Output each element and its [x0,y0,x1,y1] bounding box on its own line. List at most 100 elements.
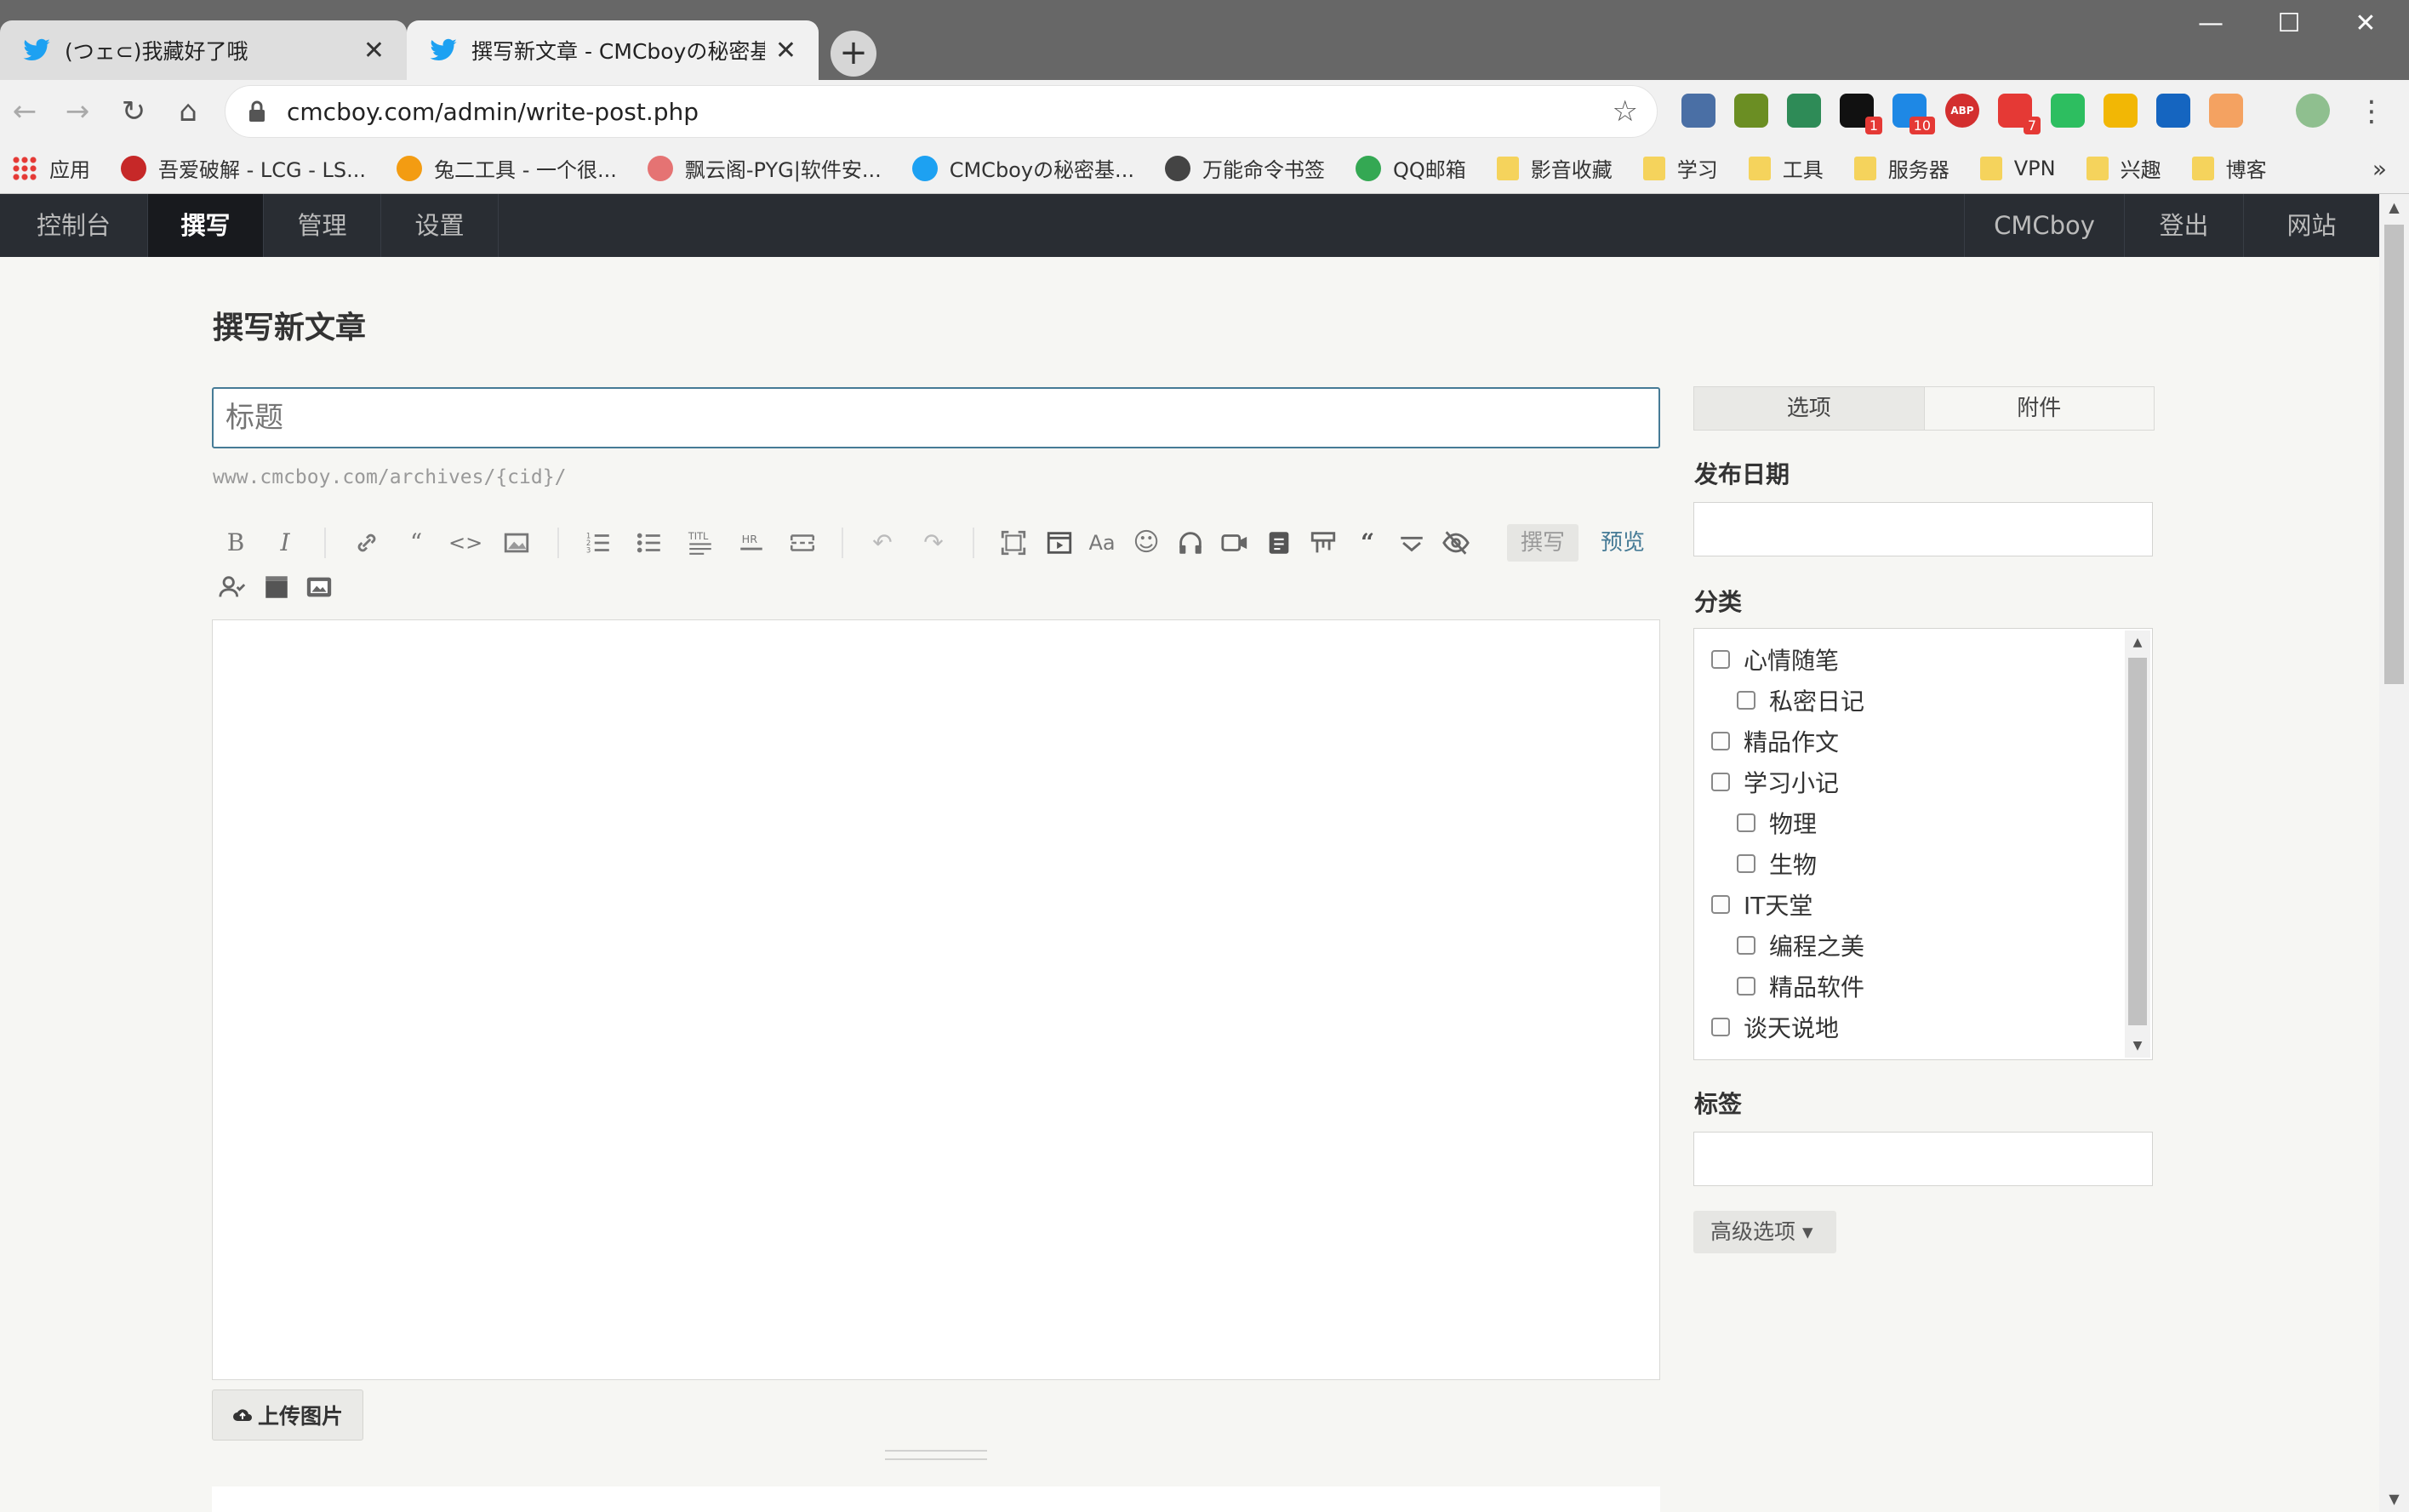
category-checkbox[interactable] [1737,977,1755,996]
gallery-icon[interactable] [302,570,336,604]
bookmarks-overflow-icon[interactable]: » [2372,155,2387,183]
nav-logout[interactable]: 登出 [2124,194,2243,257]
publish-date-input[interactable] [1693,502,2153,556]
bookmark-item[interactable]: 兔二工具 - 一个很... [397,153,617,183]
category-scrollbar[interactable]: ▲ ▼ [2125,630,2150,1058]
advanced-options-button[interactable]: 高级选项 ▾ [1693,1211,1836,1253]
video-camera-icon[interactable] [1218,526,1252,560]
category-checkbox[interactable] [1737,691,1755,710]
ordered-list-icon[interactable]: 123 [581,526,615,560]
bookmark-item[interactable]: 万能命令书签 [1164,153,1325,183]
bookmark-item[interactable]: 兴趣 [2086,153,2161,183]
category-checkbox[interactable] [1711,773,1730,791]
category-item[interactable]: 生物 [1737,847,1817,881]
italic-icon[interactable]: I [268,526,302,560]
undo-icon[interactable]: ↶ [865,526,899,560]
unordered-list-icon[interactable] [632,526,666,560]
editor-resize-handle[interactable] [885,1450,987,1460]
clapperboard-icon[interactable] [260,570,294,604]
write-mode-tab[interactable]: 撰写 [1507,524,1579,562]
bookmark-item[interactable]: QQ邮箱 [1355,153,1466,183]
category-checkbox[interactable] [1711,732,1730,750]
category-item[interactable]: 学习小记 [1711,765,1839,799]
forward-icon[interactable]: → [56,90,99,133]
upload-image-button[interactable]: 上传图片 [212,1389,363,1441]
ext-11-icon[interactable] [2209,94,2243,128]
evernote-icon[interactable] [2051,94,2085,128]
close-tab-icon[interactable]: ✕ [363,36,385,66]
category-checkbox[interactable] [1737,813,1755,832]
headphones-icon[interactable] [1173,526,1207,560]
hide-content-icon[interactable] [1439,526,1473,560]
scroll-down-icon[interactable]: ▼ [2379,1491,2409,1507]
nav-manage[interactable]: 管理 [264,194,381,257]
collapse-icon[interactable] [1395,526,1429,560]
ext-10-icon[interactable] [2156,94,2190,128]
bookmark-item[interactable]: 吾爱破解 - LCG - LS... [121,153,366,183]
post-title-input[interactable] [212,387,1660,448]
profile-avatar[interactable] [2296,94,2330,128]
category-item[interactable]: 心情随笔 [1711,642,1839,676]
emoji-icon[interactable]: ☺ [1129,526,1163,560]
abp-icon[interactable]: ABP [1945,94,1979,128]
browser-tab-1[interactable]: (つェ⊂)我藏好了哦 ✕ [0,20,407,80]
nav-site[interactable]: 网站 [2243,194,2379,257]
reload-icon[interactable]: ↻ [112,90,155,133]
editor-textarea[interactable] [212,619,1660,1380]
close-tab-icon[interactable]: ✕ [775,36,796,66]
category-checkbox[interactable] [1737,936,1755,955]
tab-attachments[interactable]: 附件 [1924,387,2154,430]
scrollbar-thumb[interactable] [2384,225,2404,684]
quote-icon[interactable]: “ [1350,526,1384,560]
scroll-up-icon[interactable]: ▲ [2379,199,2409,215]
redo-icon[interactable]: ↷ [916,526,950,560]
bookmark-item[interactable]: 工具 [1748,153,1824,183]
browser-tab-2[interactable]: 撰写新文章 - CMCboyの秘密基地 ✕ [407,20,819,80]
bold-icon[interactable]: B [219,526,253,560]
ext-5-icon[interactable]: 10 [1892,94,1935,134]
ext-2-icon[interactable] [1734,94,1768,128]
bookmark-item[interactable]: 应用 [12,153,90,183]
category-item[interactable]: 精品作文 [1711,724,1839,758]
font-icon[interactable]: Aa [1085,526,1119,560]
category-checkbox[interactable] [1737,854,1755,873]
more-break-icon[interactable] [785,526,819,560]
reply-icon[interactable] [1306,526,1340,560]
scroll-down-icon[interactable]: ▼ [2125,1039,2150,1053]
new-tab-button[interactable]: + [831,31,876,77]
back-icon[interactable]: ← [3,90,46,133]
ext-4-icon[interactable]: 1 [1840,94,1882,134]
scroll-up-icon[interactable]: ▲ [2125,636,2150,649]
bookmark-item[interactable]: CMCboyの秘密基... [911,153,1134,183]
bookmark-item[interactable]: 影音收藏 [1496,153,1613,183]
minimize-icon[interactable]: — [2185,9,2236,38]
user-check-icon[interactable] [215,570,249,604]
heading-icon[interactable]: TITL [683,526,717,560]
code-icon[interactable]: <> [448,526,482,560]
bookmark-item[interactable]: VPN [1979,156,2056,180]
category-item[interactable]: 物理 [1737,806,1817,840]
ext-7-icon[interactable]: 7 [1998,94,2041,134]
category-item[interactable]: 精品软件 [1737,969,1864,1003]
category-item[interactable]: 私密日记 [1737,683,1864,717]
document-icon[interactable] [1262,526,1296,560]
ext-3-icon[interactable] [1787,94,1821,128]
image-icon[interactable] [499,526,534,560]
close-window-icon[interactable]: ✕ [2340,9,2391,38]
nav-settings[interactable]: 设置 [381,194,499,257]
address-bar[interactable]: cmcboy.com/admin/write-post.php ☆ [225,85,1658,138]
bookmark-item[interactable]: 博客 [2191,153,2267,183]
blockquote-icon[interactable]: “ [399,526,433,560]
category-checkbox[interactable] [1711,1018,1730,1036]
nav-user[interactable]: CMCboy [1964,194,2124,257]
tab-options[interactable]: 选项 [1694,387,1925,430]
nav-write[interactable]: 撰写 [148,194,264,257]
link-icon[interactable] [350,526,384,560]
bookmark-item[interactable]: 学习 [1642,153,1718,183]
category-item[interactable]: IT天堂 [1711,887,1812,921]
maximize-icon[interactable]: ☐ [2263,9,2315,38]
video-icon[interactable] [1042,526,1076,560]
nav-dashboard[interactable]: 控制台 [0,194,148,257]
fullscreen-icon[interactable] [996,526,1030,560]
category-checkbox[interactable] [1711,650,1730,669]
